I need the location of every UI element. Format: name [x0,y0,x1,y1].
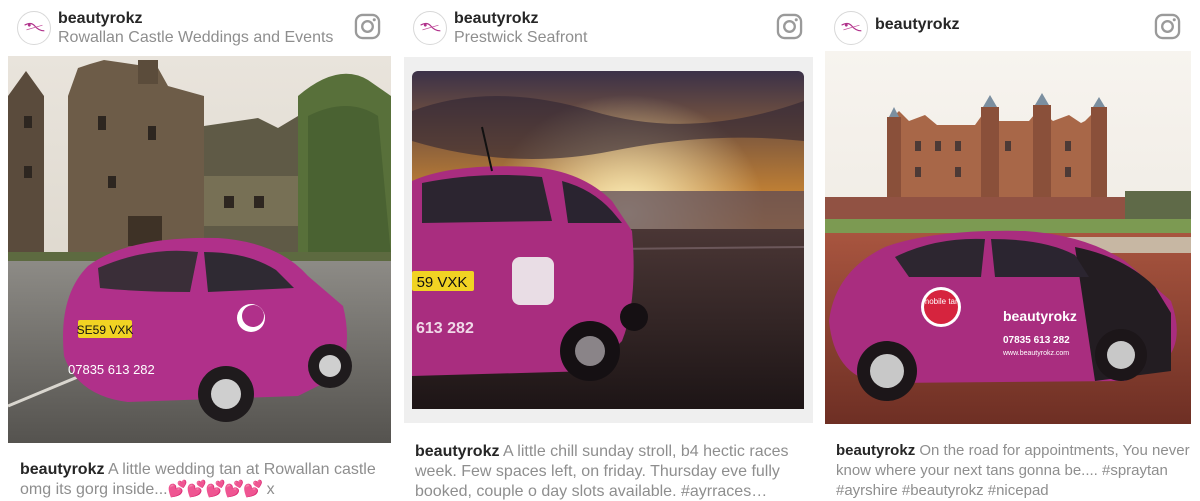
post-location[interactable]: Prestwick Seafront [454,29,587,47]
avatar[interactable] [834,11,868,45]
license-plate: 59 VXK [417,274,468,291]
car-brand-text: beautyrokz [1003,308,1077,324]
post-photo[interactable]: SE59 VXK 07835 613 282 [8,56,391,443]
car-phone-text: 613 282 [416,320,474,337]
instagram-icon[interactable] [1154,13,1181,40]
post-username[interactable]: beautyrokz [58,10,142,28]
post-photo[interactable]: mobile tan beautyrokz 07835 613 282 www.… [825,51,1191,424]
caption-end: x [262,481,275,498]
car-phone-text: 07835 613 282 [1003,335,1070,346]
post-card-rowallan: beautyrokz Rowallan Castle Weddings and … [8,0,391,498]
post-caption: beautyrokz A little wedding tan at Rowal… [20,460,380,500]
caption-username[interactable]: beautyrokz [20,461,104,478]
car-badge-text: mobile tan [923,297,960,306]
post-header: beautyrokz [825,0,1191,54]
avatar[interactable] [413,11,447,45]
caption-username[interactable]: beautyrokz [415,443,499,460]
post-caption: beautyrokz A little chill sunday stroll,… [415,442,805,501]
post-username[interactable]: beautyrokz [875,16,959,34]
caption-emoji: 💕💕💕💕💕 [167,481,264,498]
post-photo[interactable]: 59 VXK 613 282 [404,57,813,423]
instagram-icon[interactable] [776,13,803,40]
post-header: beautyrokz Rowallan Castle Weddings and … [8,0,391,54]
avatar[interactable] [17,11,51,45]
post-card-prestwick: beautyrokz Prestwick Seafront 59 VXK 613… [404,0,813,500]
caption-username[interactable]: beautyrokz [836,442,915,459]
instagram-icon[interactable] [354,13,381,40]
post-location[interactable]: Rowallan Castle Weddings and Events [58,29,333,47]
instagram-post-grid: beautyrokz Rowallan Castle Weddings and … [0,0,1200,501]
car-web-text: www.beautyrokz.com [1002,350,1069,357]
car-phone-text: 07835 613 282 [68,362,155,377]
post-caption: beautyrokz On the road for appointments,… [836,441,1191,501]
post-header: beautyrokz Prestwick Seafront [404,0,813,54]
post-username[interactable]: beautyrokz [454,10,538,28]
post-card-road: beautyrokz mobile tan beautyrokz 07835 6… [825,0,1191,499]
license-plate: SE59 VXK [77,323,134,337]
